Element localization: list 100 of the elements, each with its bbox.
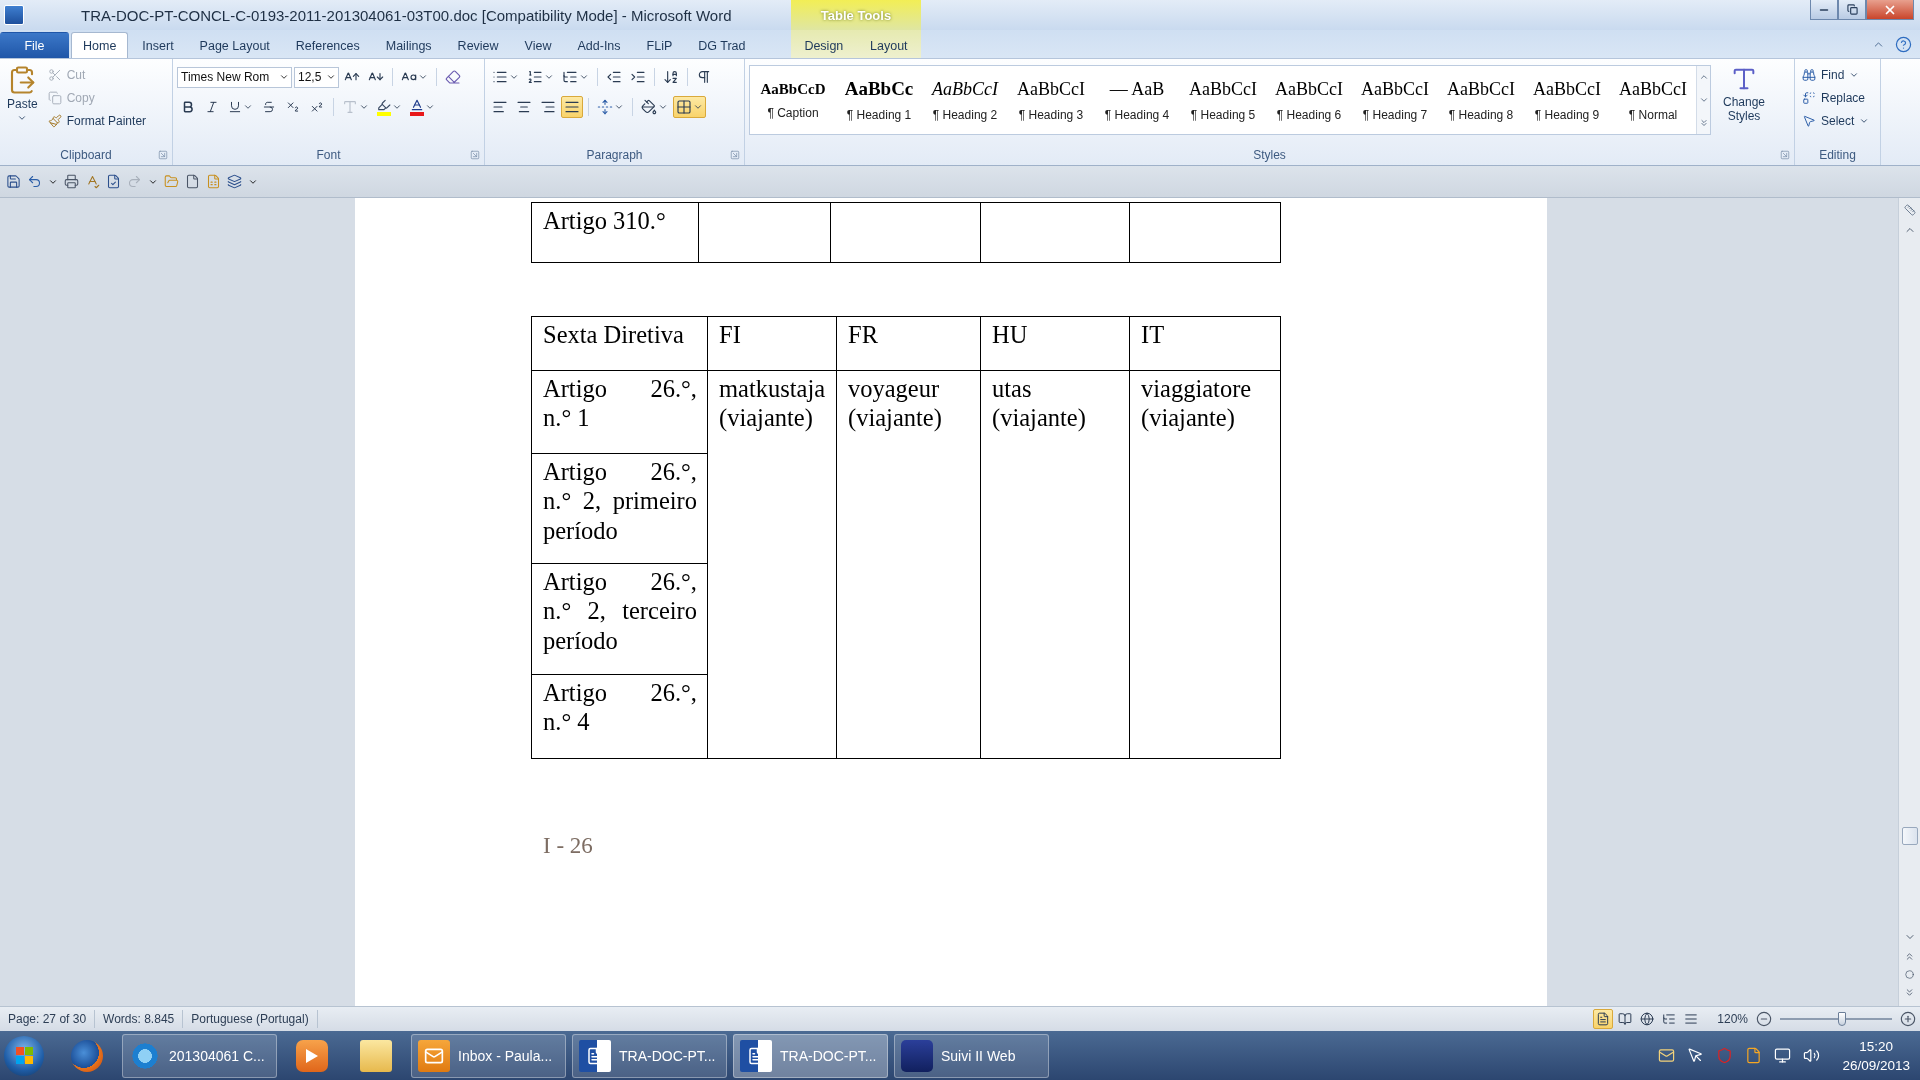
style-item[interactable]: AaBbCcI ¶ Heading 6: [1266, 66, 1352, 134]
clipboard-button[interactable]: Format Painter: [44, 111, 150, 131]
caret-icon[interactable]: [17, 113, 28, 123]
caret-icon[interactable]: [693, 102, 703, 112]
ruler-icon[interactable]: [1903, 204, 1916, 216]
zoom-level[interactable]: 120%: [1717, 1012, 1748, 1026]
style-item[interactable]: AaBbCc ¶ Heading 1: [836, 66, 922, 134]
taskbar-item[interactable]: 201304061 C...: [122, 1033, 277, 1078]
editing-button[interactable]: Replace: [1799, 88, 1873, 108]
text-effects-icon: [342, 99, 358, 115]
ribbon-tab[interactable]: Page Layout: [187, 32, 282, 58]
printer-icon[interactable]: [64, 174, 79, 189]
previous-page-icon[interactable]: [1904, 951, 1915, 962]
page-count[interactable]: Page: 27 of 30: [0, 1010, 96, 1028]
style-item[interactable]: AaBbCcI ¶ Heading 3: [1008, 66, 1094, 134]
book-icon: [1618, 1012, 1633, 1026]
view-button[interactable]: [1593, 1009, 1614, 1029]
ribbon-tab[interactable]: File: [0, 32, 69, 58]
style-item[interactable]: AaBbCcD ¶ Caption: [750, 66, 836, 134]
taskbar-item[interactable]: TRA-DOC-PT...: [572, 1033, 727, 1078]
caret-icon[interactable]: [243, 102, 253, 112]
ribbon-tab[interactable]: Layout: [858, 32, 920, 58]
editing-button[interactable]: Select: [1799, 111, 1873, 131]
caret-icon[interactable]: [658, 102, 668, 112]
caret-icon[interactable]: [392, 102, 402, 112]
ribbon-tab[interactable]: References: [283, 32, 372, 58]
align-right-icon: [540, 99, 556, 115]
close-button[interactable]: [1866, 0, 1914, 20]
save-icon[interactable]: [6, 174, 21, 189]
sort-icon: [663, 69, 679, 85]
group-label: Paragraph: [586, 148, 643, 162]
caret-icon[interactable]: [326, 72, 336, 82]
line-spacing-icon: [597, 99, 613, 115]
editing-button[interactable]: Find: [1799, 65, 1873, 85]
mail-icon[interactable]: [1658, 1047, 1676, 1064]
change-styles-button[interactable]: Change Styles: [1715, 63, 1773, 145]
page-icon[interactable]: [185, 174, 200, 189]
alignment-button[interactable]: [561, 96, 583, 118]
table-header-cell: FR: [836, 316, 981, 371]
taskbar-item[interactable]: Suivi II Web: [894, 1033, 1049, 1078]
zoom-in-icon[interactable]: [1900, 1011, 1916, 1027]
bullets-icon: [492, 69, 508, 85]
strikethrough-icon: [262, 100, 276, 114]
taskbar-item[interactable]: Inbox - Paula...: [411, 1033, 566, 1078]
font-name-field[interactable]: Times New Rom: [177, 66, 292, 88]
ribbon-tab[interactable]: Home: [71, 32, 129, 58]
word-count[interactable]: Words: 8.845: [95, 1010, 184, 1028]
window-title: TRA-DOC-PT-CONCL-C-0193-2011-201304061-03T00.doc [Compatibility Mode] - Microsoft Word: [80, 6, 733, 24]
ribbon-tab[interactable]: Design: [792, 32, 856, 58]
style-item[interactable]: AaBbCcI ¶ Heading 8: [1438, 66, 1524, 134]
caret-icon[interactable]: [359, 102, 369, 112]
play-icon: [296, 1039, 328, 1072]
style-item[interactable]: AaBbCcI ¶ Normal: [1610, 66, 1696, 134]
style-item[interactable]: AaBbCcI ¶ Heading 7: [1352, 66, 1438, 134]
caret-icon[interactable]: [579, 72, 589, 82]
table-cell: Artigo 26.°, n.° 4: [531, 674, 708, 759]
borders-button[interactable]: [673, 96, 706, 118]
pointer-icon[interactable]: [1687, 1047, 1705, 1064]
zoom-out-icon[interactable]: [1756, 1011, 1772, 1027]
caret-icon[interactable]: [279, 72, 289, 82]
style-item[interactable]: AaBbCcI ¶ Heading 5: [1180, 66, 1266, 134]
ribbon-tab[interactable]: DG Trad: [686, 32, 758, 58]
list-tree-icon: [562, 69, 578, 85]
help-icon[interactable]: [1895, 35, 1912, 53]
network-icon[interactable]: [1774, 1047, 1792, 1064]
restore-button[interactable]: [1838, 0, 1866, 20]
ribbon-tab[interactable]: Insert: [130, 32, 186, 58]
style-item[interactable]: AaBbCcI ¶ Heading 2: [922, 66, 1008, 134]
group-label: Clipboard: [60, 148, 112, 162]
caret-icon[interactable]: [425, 102, 435, 112]
caret-icon[interactable]: [509, 72, 519, 82]
caret-icon[interactable]: [1859, 116, 1870, 126]
caret-icon[interactable]: [544, 72, 554, 82]
caret-icon[interactable]: [614, 102, 624, 112]
slider-thumb[interactable]: [1837, 1012, 1846, 1026]
minimize-button[interactable]: [1810, 0, 1838, 20]
speaker-icon[interactable]: [1803, 1047, 1821, 1064]
scrollbar[interactable]: [1898, 198, 1920, 1006]
justify-icon: [564, 99, 580, 115]
ribbon-tab[interactable]: Review: [445, 32, 511, 58]
ribbon-tab[interactable]: View: [512, 32, 564, 58]
document-check-icon[interactable]: [106, 174, 121, 189]
browse-object-icon[interactable]: [1905, 970, 1914, 979]
next-page-icon[interactable]: [1904, 987, 1915, 998]
paste-button[interactable]: Paste: [4, 63, 41, 145]
ribbon-tab[interactable]: FLiP: [634, 32, 685, 58]
style-item[interactable]: — AaB ¶ Heading 4: [1094, 66, 1180, 134]
font-size-field[interactable]: 12,5: [294, 66, 339, 88]
clock[interactable]: 15:20 26/09/2013: [1842, 1036, 1910, 1075]
style-item[interactable]: AaBbCcI ¶ Heading 9: [1524, 66, 1610, 134]
start-button[interactable]: [4, 1035, 44, 1076]
windows-icon[interactable]: [227, 174, 242, 189]
caret-icon[interactable]: [418, 72, 428, 82]
ribbon-tab[interactable]: Add-Ins: [565, 32, 633, 58]
language-indicator[interactable]: Portuguese (Portugal): [183, 1010, 318, 1028]
spellcheck-icon[interactable]: [85, 174, 100, 189]
undo-icon[interactable]: [27, 174, 42, 189]
ribbon-tab[interactable]: Mailings: [373, 32, 444, 58]
caret-icon[interactable]: [1849, 70, 1860, 80]
scroll-thumb[interactable]: [1901, 827, 1918, 845]
